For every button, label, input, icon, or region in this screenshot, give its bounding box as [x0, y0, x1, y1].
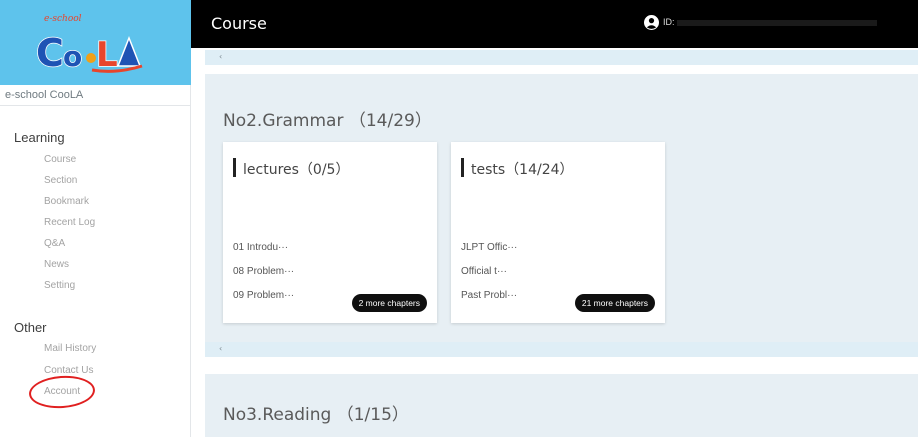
chapter-item[interactable]: JLPT Offic··· [461, 242, 517, 253]
main-content: ‹ No2.Grammar （14/29） lectures（0/5） 01 I… [191, 48, 918, 437]
card-title: tests（14/24） [471, 162, 574, 178]
more-chapters-button[interactable]: 2 more chapters [351, 294, 427, 312]
nav-mail-history[interactable]: Mail History [44, 343, 96, 354]
card-accent-bar [233, 158, 236, 177]
svg-text:C: C [36, 31, 64, 75]
other-heading: Other [14, 320, 47, 335]
nav-qa[interactable]: Q&A [44, 238, 65, 249]
nav-contact-us[interactable]: Contact Us [44, 365, 93, 376]
nav-bookmark[interactable]: Bookmark [44, 196, 89, 207]
nav-news[interactable]: News [44, 259, 69, 270]
chapter-card-tests[interactable]: tests（14/24） JLPT Offic··· Official t···… [451, 142, 665, 323]
nav-recent-log[interactable]: Recent Log [44, 217, 95, 228]
card-title: lectures（0/5） [243, 162, 350, 178]
section-grammar: No2.Grammar （14/29） lectures（0/5） 01 Int… [205, 74, 918, 350]
section-reading: No3.Reading （1/15） [205, 374, 918, 437]
nav-setting[interactable]: Setting [44, 280, 75, 291]
svg-text:L: L [96, 35, 118, 75]
sidebar: e-school C o L e-school CooLA Learning C… [0, 0, 191, 437]
logo-area[interactable]: e-school C o L [0, 0, 191, 85]
chapter-item[interactable]: Past Probl··· [461, 290, 517, 301]
horizontal-scrollbar[interactable]: ‹ [205, 342, 918, 357]
more-chapters-button[interactable]: 21 more chapters [574, 294, 655, 312]
chapter-item[interactable]: 08 Problem··· [233, 266, 294, 277]
app-window: e-school C o L e-school CooLA Learning C… [0, 0, 918, 437]
chapter-card-lectures[interactable]: lectures（0/5） 01 Introdu··· 08 Problem··… [223, 142, 437, 323]
user-icon[interactable] [644, 15, 659, 30]
chapter-item[interactable]: 09 Problem··· [233, 290, 294, 301]
nav-course[interactable]: Course [44, 154, 76, 165]
chapter-item[interactable]: Official t··· [461, 266, 507, 277]
coola-logo: C o L [36, 30, 143, 76]
brand-divider [0, 105, 191, 106]
scroll-left-icon[interactable]: ‹ [219, 52, 222, 61]
section-title[interactable]: No2.Grammar （14/29） [223, 106, 432, 131]
horizontal-scrollbar[interactable]: ‹ [205, 50, 918, 65]
nav-section[interactable]: Section [44, 175, 77, 186]
section-title[interactable]: No3.Reading （1/15） [223, 400, 409, 425]
user-id-value [677, 20, 877, 26]
chapter-item[interactable]: 01 Introdu··· [233, 242, 288, 253]
user-id-label: ID: [663, 17, 675, 27]
scroll-left-icon[interactable]: ‹ [219, 344, 222, 353]
top-bar: Course ID: [191, 0, 918, 48]
learning-heading: Learning [14, 130, 65, 145]
svg-text:o: o [63, 40, 82, 73]
card-accent-bar [461, 158, 464, 177]
highlight-circle [27, 373, 97, 411]
brand-name[interactable]: e-school CooLA [5, 89, 83, 101]
page-title: Course [211, 14, 267, 33]
